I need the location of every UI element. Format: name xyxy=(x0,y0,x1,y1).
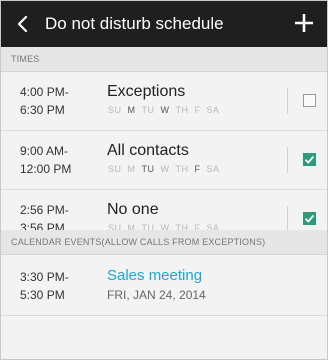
row-divider xyxy=(287,88,288,114)
row-divider xyxy=(287,206,288,232)
checkmark-icon xyxy=(304,214,315,223)
schedule-days: SU M TU W TH F SA xyxy=(108,105,226,115)
end-time: 5:30 PM xyxy=(20,288,65,302)
event-row-sales-meeting[interactable]: 3:30 PM- 5:30 PM Sales meeting FRI, JAN … xyxy=(1,255,327,316)
schedule-row-exceptions[interactable]: 4:00 PM- 6:30 PM Exceptions SU M TU W TH F SA xyxy=(1,72,327,131)
schedule-name: No one xyxy=(107,201,159,218)
day-w: W xyxy=(160,164,170,174)
event-title[interactable]: Sales meeting xyxy=(107,267,202,284)
day-m: M xyxy=(127,164,136,174)
section-title: CALENDAR EVENTS(ALLOW CALLS FROM EXCEPTI… xyxy=(11,237,266,247)
checkmark-icon xyxy=(304,155,315,164)
page-title: Do not disturb schedule xyxy=(45,14,224,33)
section-title: TIMES xyxy=(11,54,40,64)
screen: Do not disturb schedule TIMES 4:00 PM- 6… xyxy=(0,0,328,360)
app-bar: Do not disturb schedule xyxy=(1,1,327,47)
row-divider xyxy=(287,147,288,173)
schedule-checkbox[interactable] xyxy=(303,153,316,166)
day-tu: TU xyxy=(141,164,155,174)
start-time: 9:00 AM- xyxy=(20,144,69,158)
schedule-name: All contacts xyxy=(107,142,189,159)
schedule-time: 9:00 AM- 12:00 PM xyxy=(20,142,71,178)
section-header-calendar: CALENDAR EVENTS(ALLOW CALLS FROM EXCEPTI… xyxy=(1,230,327,255)
start-time: 3:30 PM- xyxy=(20,270,69,284)
day-sa: SA xyxy=(206,164,220,174)
end-time: 12:00 PM xyxy=(20,162,72,176)
day-f: F xyxy=(194,105,201,115)
schedule-name: Exceptions xyxy=(107,83,186,100)
section-header-times: TIMES xyxy=(1,47,327,72)
day-th: TH xyxy=(175,164,189,174)
day-sa: SA xyxy=(206,105,220,115)
day-w: W xyxy=(160,105,170,115)
day-tu: TU xyxy=(141,105,155,115)
day-m: M xyxy=(127,105,136,115)
end-time: 6:30 PM xyxy=(20,103,65,117)
event-time: 3:30 PM- 5:30 PM xyxy=(20,268,69,304)
schedule-row-all-contacts[interactable]: 9:00 AM- 12:00 PM All contacts SU M TU W TH F… xyxy=(1,131,327,190)
add-icon[interactable] xyxy=(293,12,315,34)
start-time: 2:56 PM- xyxy=(20,203,69,217)
day-f: F xyxy=(194,164,201,174)
schedule-days: SU M TU W TH F SA xyxy=(108,164,226,174)
day-su: SU xyxy=(108,105,122,115)
schedule-time: 4:00 PM- 6:30 PM xyxy=(20,83,69,119)
day-th: TH xyxy=(175,105,189,115)
start-time: 4:00 PM- xyxy=(20,85,69,99)
back-icon[interactable] xyxy=(15,15,33,33)
event-date: FRI, JAN 24, 2014 xyxy=(107,288,206,302)
schedule-checkbox[interactable] xyxy=(303,212,316,225)
day-su: SU xyxy=(108,164,122,174)
schedule-checkbox[interactable] xyxy=(303,94,316,107)
